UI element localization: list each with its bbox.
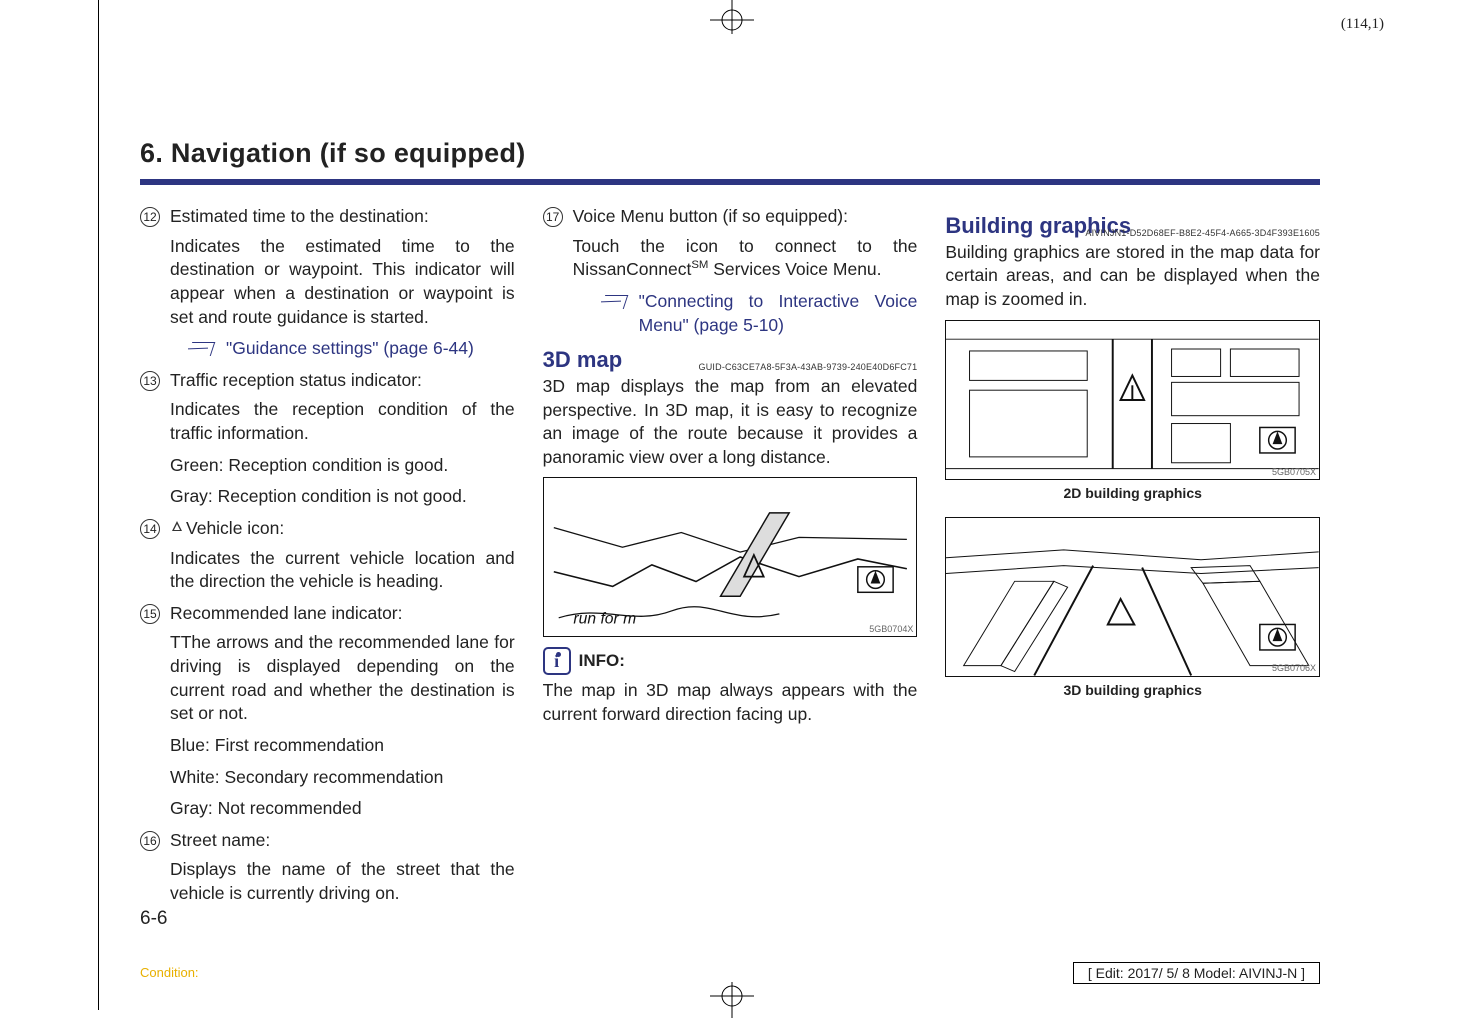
circled-number-icon: 14 bbox=[140, 519, 160, 539]
figure-2d-building-graphics: 5GB0705X bbox=[945, 320, 1320, 480]
svg-text:run for m: run for m bbox=[573, 611, 636, 628]
item-15-body-2: Blue: First recommendation bbox=[170, 734, 515, 758]
item-17-body: Touch the icon to connect to the NissanC… bbox=[573, 235, 918, 282]
item-15-title: Recommended lane indicator: bbox=[170, 602, 515, 626]
circled-number-icon: 15 bbox=[140, 604, 160, 624]
paragraph-3d-map: 3D map displays the map from an elevated… bbox=[543, 375, 918, 470]
figure-code: 5GB0706X bbox=[1272, 662, 1316, 674]
caption-2d-building: 2D building graphics bbox=[945, 484, 1320, 503]
circled-number-icon: 17 bbox=[543, 207, 563, 227]
xref-text: "Connecting to Interactive Voice Menu" (… bbox=[639, 290, 918, 337]
crop-line-left bbox=[98, 0, 99, 1010]
item-13-body-2: Green: Reception condition is good. bbox=[170, 454, 515, 478]
xref-text: "Guidance settings" (page 6-44) bbox=[226, 337, 474, 361]
item-13-body-3: Gray: Reception condition is not good. bbox=[170, 485, 515, 509]
item-16-title: Street name: bbox=[170, 829, 515, 853]
item-12: 12 Estimated time to the destination: bbox=[140, 205, 515, 229]
xref-interactive-voice-menu: "Connecting to Interactive Voice Menu" (… bbox=[603, 290, 918, 337]
item-13-body-1: Indicates the reception condition of the… bbox=[170, 398, 515, 445]
item-15-body-4: Gray: Not recommended bbox=[170, 797, 515, 821]
info-paragraph: The map in 3D map always appears with th… bbox=[543, 679, 918, 726]
item-13: 13 Traffic reception status indicator: bbox=[140, 369, 515, 393]
chapter-heading: 6. Navigation (if so equipped) bbox=[140, 138, 1320, 169]
circled-number-icon: 12 bbox=[140, 207, 160, 227]
item-16-body: Displays the name of the street that the… bbox=[170, 858, 515, 905]
item-15-body-3: White: Secondary recommendation bbox=[170, 766, 515, 790]
info-callout: i INFO: bbox=[543, 647, 918, 675]
edit-info-box: [ Edit: 2017/ 5/ 8 Model: AIVINJ-N ] bbox=[1073, 962, 1320, 984]
page-content: 6. Navigation (if so equipped) 12 Estima… bbox=[100, 0, 1360, 1010]
reference-icon bbox=[603, 293, 631, 309]
item-14-title: Vehicle icon: bbox=[170, 517, 515, 541]
caption-3d-building: 3D building graphics bbox=[945, 681, 1320, 700]
circled-number-icon: 16 bbox=[140, 831, 160, 851]
item-15: 15 Recommended lane indicator: bbox=[140, 602, 515, 626]
xref-guidance-settings: "Guidance settings" (page 6-44) bbox=[190, 337, 515, 361]
column-1: 12 Estimated time to the destination: In… bbox=[140, 205, 515, 914]
condition-label: Condition: bbox=[140, 965, 199, 980]
item-14: 14 Vehicle icon: bbox=[140, 517, 515, 541]
figure-3d-building-graphics: 5GB0706X bbox=[945, 517, 1320, 677]
figure-code: 5GB0704X bbox=[869, 623, 913, 635]
item-14-body: Indicates the current vehicle location a… bbox=[170, 547, 515, 594]
three-column-layout: 12 Estimated time to the destination: In… bbox=[140, 205, 1320, 914]
column-3: Building graphics AIVINJN1-D52D68EF-B8E2… bbox=[945, 205, 1320, 914]
page-number: 6-6 bbox=[140, 908, 167, 930]
figure-code: 5GB0705X bbox=[1272, 466, 1316, 478]
heading-divider bbox=[140, 179, 1320, 185]
item-12-title: Estimated time to the destination: bbox=[170, 205, 515, 229]
item-12-body: Indicates the estimated time to the dest… bbox=[170, 235, 515, 330]
figure-3d-map: run for m 5GB0704X bbox=[543, 477, 918, 637]
reference-icon bbox=[190, 340, 218, 356]
item-16: 16 Street name: bbox=[140, 829, 515, 853]
paragraph-building-graphics: Building graphics are stored in the map … bbox=[945, 241, 1320, 312]
info-label: INFO: bbox=[579, 650, 625, 673]
column-2: 17 Voice Menu button (if so equipped): T… bbox=[543, 205, 918, 914]
info-icon: i bbox=[543, 647, 571, 675]
item-17: 17 Voice Menu button (if so equipped): bbox=[543, 205, 918, 229]
item-17-title: Voice Menu button (if so equipped): bbox=[573, 205, 918, 229]
item-15-body-1: TThe arrows and the recommended lane for… bbox=[170, 631, 515, 726]
item-13-title: Traffic reception status indicator: bbox=[170, 369, 515, 393]
circled-number-icon: 13 bbox=[140, 371, 160, 391]
vehicle-triangle-icon bbox=[170, 520, 184, 534]
